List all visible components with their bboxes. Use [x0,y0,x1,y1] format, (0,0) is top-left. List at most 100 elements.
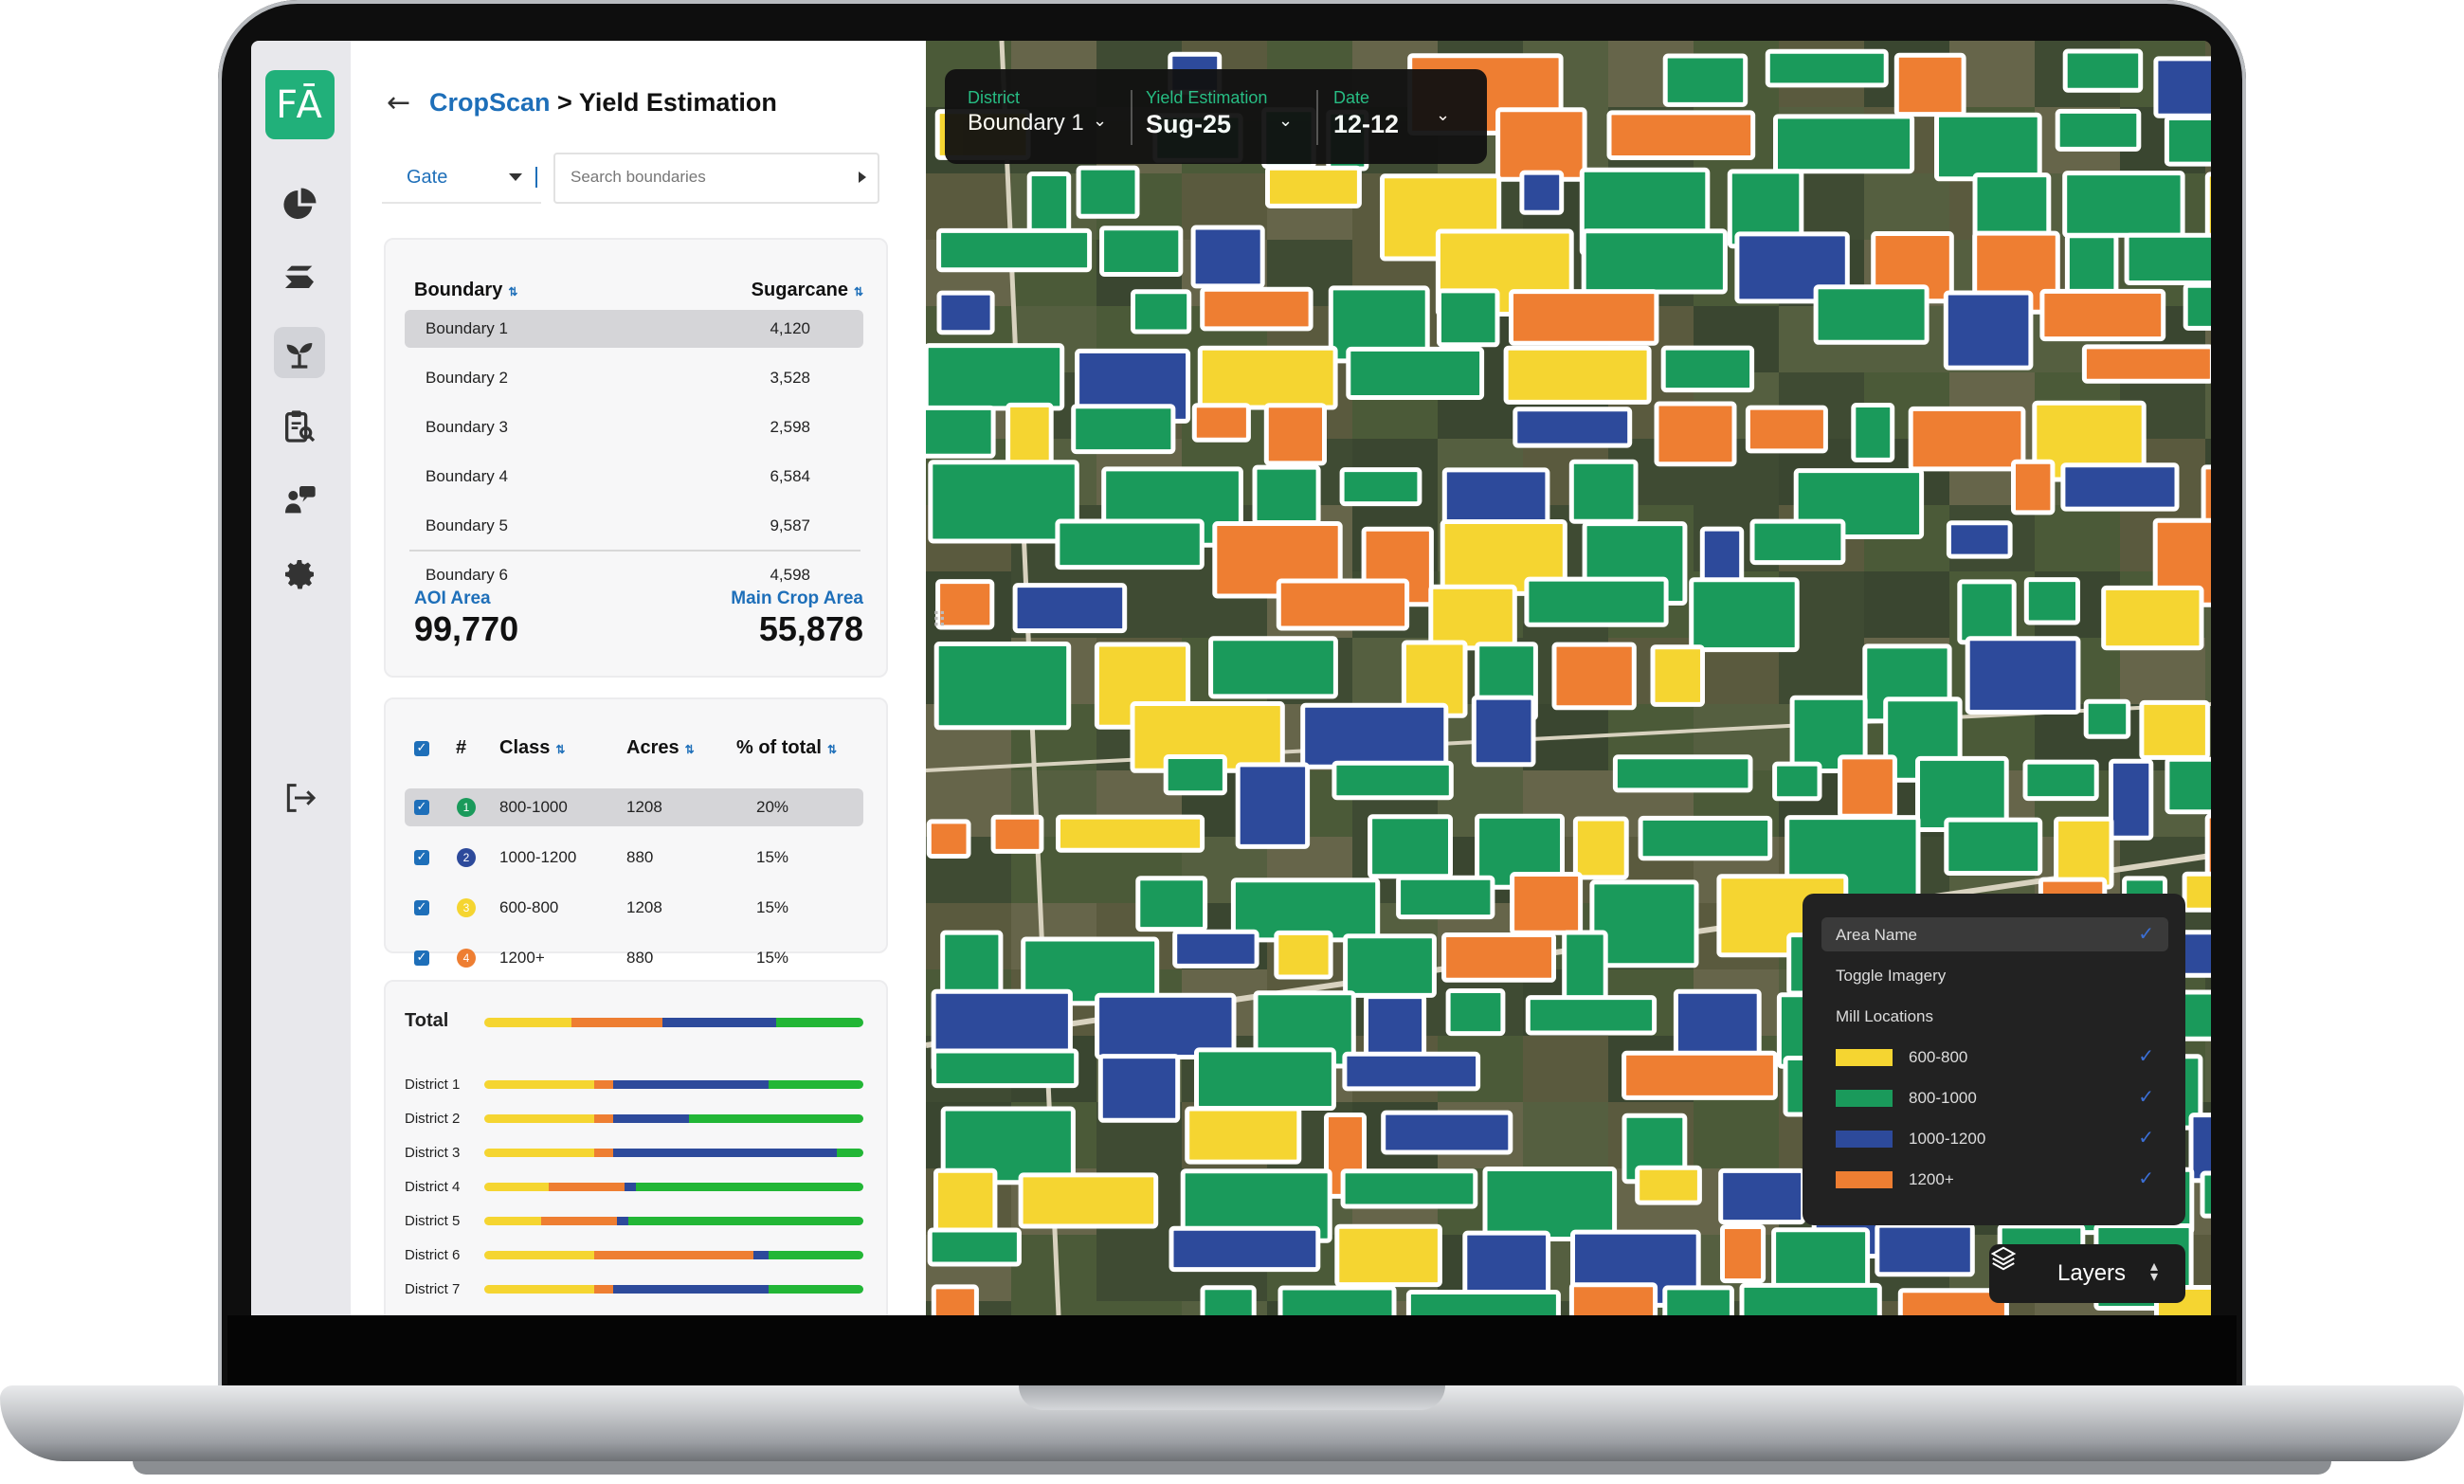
field-polygon[interactable] [1739,1282,1882,1315]
field-polygon[interactable] [1300,702,1449,769]
field-polygon[interactable] [927,1227,1022,1267]
field-polygon[interactable] [1765,48,1889,88]
field-polygon[interactable] [1131,289,1192,335]
field-polygon[interactable] [1471,695,1536,768]
boundary-row[interactable]: Boundary 5 9,587 [405,507,863,545]
field-polygon[interactable] [1235,762,1311,849]
field-polygon[interactable] [1437,288,1500,348]
field-polygon[interactable] [1513,407,1633,448]
field-polygon[interactable] [1012,583,1128,634]
field-polygon[interactable] [1572,816,1629,880]
legend-class-item[interactable]: 800-1000 ✓ [1821,1080,2168,1114]
sprout-icon[interactable] [274,327,325,378]
field-polygon[interactable] [1622,1050,1778,1100]
field-polygon[interactable] [1568,1282,1658,1315]
farmer-chat-icon[interactable] [274,475,325,526]
field-polygon[interactable] [1381,1110,1513,1155]
field-polygon[interactable] [2200,1170,2211,1219]
district-stacked-bar[interactable] [484,1149,863,1157]
field-polygon[interactable] [1396,875,1495,920]
district-stacked-bar[interactable] [484,1285,863,1294]
field-polygon[interactable] [1194,1047,1336,1112]
boundary-row[interactable]: Boundary 1 4,120 [405,310,863,348]
class-row[interactable]: ✓ 4 1200+ 880 15% [405,939,863,977]
field-polygon[interactable] [936,227,1093,273]
field-polygon[interactable] [1638,815,1773,861]
app-logo[interactable]: FĀ [265,70,335,139]
field-polygon[interactable] [1191,403,1251,443]
map-view[interactable]: ⠿ District Boundary 1 ⌄ Yield Estimation… [926,41,2211,1315]
field-polygon[interactable] [2109,758,2154,841]
field-polygon[interactable] [1581,228,1728,295]
field-polygon[interactable] [1851,403,1895,462]
logout-icon[interactable] [274,772,325,823]
district-stacked-bar[interactable] [484,1251,863,1259]
field-polygon[interactable] [2022,759,2099,802]
field-polygon[interactable] [1368,814,1454,879]
field-polygon[interactable] [931,1284,979,1315]
field-polygon[interactable] [1172,929,1259,968]
field-polygon[interactable] [1169,1225,1321,1273]
boundary-row[interactable]: Boundary 4 6,584 [405,458,863,496]
field-polygon[interactable] [1097,1054,1181,1123]
field-polygon[interactable] [1334,1223,1442,1288]
field-polygon[interactable] [2139,699,2210,760]
chevron-down-icon[interactable]: ⌄ [1278,111,1293,131]
field-polygon[interactable] [1662,1285,1734,1315]
field-polygon[interactable] [1482,1167,1618,1241]
legend-area-name[interactable]: Area Name ✓ [1821,917,2168,951]
field-polygon[interactable] [1197,345,1338,410]
field-polygon[interactable] [1749,518,1846,566]
field-polygon[interactable] [1190,225,1265,289]
field-polygon[interactable] [932,1048,1079,1089]
field-polygon[interactable] [1445,988,1506,1037]
field-polygon[interactable] [1813,284,1930,345]
field-polygon[interactable] [1718,1167,1806,1225]
field-polygon[interactable] [1745,405,1828,454]
field-polygon[interactable] [1099,226,1184,277]
boundary-row[interactable]: Boundary 3 2,598 [405,408,863,446]
field-polygon[interactable] [1274,930,1333,980]
field-polygon[interactable] [2182,871,2211,913]
field-polygon[interactable] [1340,1168,1478,1209]
field-polygon[interactable] [1277,1285,1397,1315]
field-polygon[interactable] [1185,1106,1302,1165]
field-polygon[interactable] [2164,116,2211,167]
field-polygon[interactable] [2039,288,2166,342]
field-polygon[interactable] [2183,282,2211,331]
gear-icon[interactable] [274,549,325,600]
field-polygon[interactable] [1650,644,1705,707]
field-polygon[interactable] [2023,577,2081,625]
district-filter[interactable]: District Boundary 1 [968,88,1084,136]
field-polygon[interactable] [1838,754,1897,819]
field-polygon[interactable] [1551,642,1637,711]
legend-class-item[interactable]: 600-800 ✓ [1821,1040,2168,1074]
field-polygon[interactable] [1662,53,1748,107]
row-checkbox[interactable]: ✓ [414,850,429,865]
field-polygon[interactable] [2054,816,2114,890]
col-sugarcane-header[interactable]: Sugarcane ⇅ [752,280,863,301]
field-polygon[interactable] [1056,814,1205,853]
pie-chart-icon[interactable] [274,179,325,230]
row-checkbox[interactable]: ✓ [414,800,429,815]
field-polygon[interactable] [1660,345,1755,393]
layers-button[interactable]: Layers ▴ ▾ [1989,1244,2185,1303]
field-polygon[interactable] [1405,1290,1561,1316]
field-polygon[interactable] [2165,756,2211,815]
yield-filter[interactable]: Yield Estimation Sug-25 [1146,88,1267,139]
district-stacked-bar[interactable] [484,1080,863,1089]
field-polygon[interactable] [1562,930,1608,1006]
field-polygon[interactable] [1946,520,2013,559]
field-polygon[interactable] [933,1167,998,1240]
class-row[interactable]: ✓ 1 800-1000 1208 20% [405,788,863,826]
district-stacked-bar[interactable] [484,1183,863,1191]
field-polygon[interactable] [1263,403,1327,466]
caret-right-icon[interactable] [859,172,866,183]
field-polygon[interactable] [1495,107,1587,182]
field-polygon[interactable] [1332,760,1454,801]
legend-class-item[interactable]: 1200+ ✓ [1821,1162,2168,1196]
field-polygon[interactable] [1265,165,1362,208]
field-polygon[interactable] [1441,932,1556,983]
field-polygon[interactable] [1428,584,1517,651]
district-stacked-bar[interactable] [484,1114,863,1123]
